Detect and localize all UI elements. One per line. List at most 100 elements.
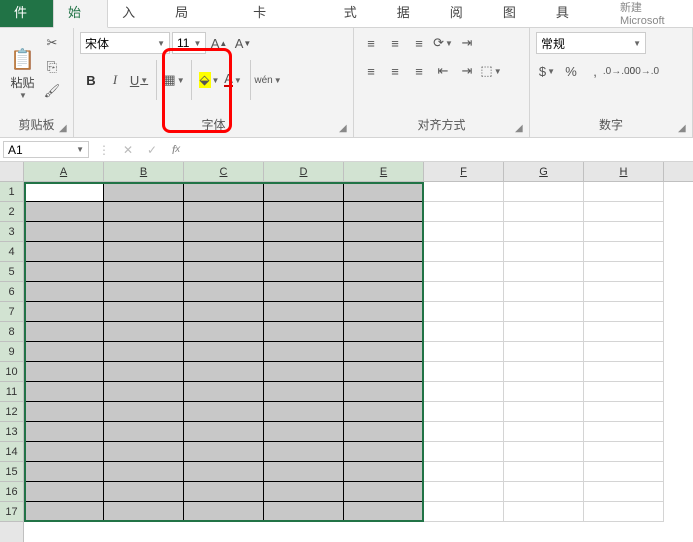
cell-C10[interactable] bbox=[184, 362, 264, 382]
tab-page-layout[interactable]: 页面布局 bbox=[161, 0, 239, 27]
cell-C15[interactable] bbox=[184, 462, 264, 482]
cell-B14[interactable] bbox=[104, 442, 184, 462]
font-color-button[interactable]: A▼ bbox=[222, 69, 244, 91]
cell-H2[interactable] bbox=[584, 202, 664, 222]
cell-B4[interactable] bbox=[104, 242, 184, 262]
cell-F8[interactable] bbox=[424, 322, 504, 342]
cell-D12[interactable] bbox=[264, 402, 344, 422]
cell-B11[interactable] bbox=[104, 382, 184, 402]
font-name-select[interactable]: 宋体 ▼ bbox=[80, 32, 170, 54]
tab-new-tab[interactable]: 新建选项卡 bbox=[239, 0, 330, 27]
alignment-launcher[interactable]: ◢ bbox=[515, 123, 527, 135]
cell-B9[interactable] bbox=[104, 342, 184, 362]
cell-B1[interactable] bbox=[104, 182, 184, 202]
formula-input[interactable] bbox=[188, 138, 693, 161]
cell-E3[interactable] bbox=[344, 222, 424, 242]
cell-G5[interactable] bbox=[504, 262, 584, 282]
cell-H12[interactable] bbox=[584, 402, 664, 422]
cell-H6[interactable] bbox=[584, 282, 664, 302]
cell-E4[interactable] bbox=[344, 242, 424, 262]
cell-C1[interactable] bbox=[184, 182, 264, 202]
cell-A16[interactable] bbox=[24, 482, 104, 502]
cell-A3[interactable] bbox=[24, 222, 104, 242]
underline-button[interactable]: U▼ bbox=[128, 69, 150, 91]
cell-A15[interactable] bbox=[24, 462, 104, 482]
cell-E9[interactable] bbox=[344, 342, 424, 362]
cell-F13[interactable] bbox=[424, 422, 504, 442]
cell-E5[interactable] bbox=[344, 262, 424, 282]
cell-B5[interactable] bbox=[104, 262, 184, 282]
cell-B17[interactable] bbox=[104, 502, 184, 522]
cell-F12[interactable] bbox=[424, 402, 504, 422]
cell-A5[interactable] bbox=[24, 262, 104, 282]
tab-review[interactable]: 审阅 bbox=[436, 0, 489, 27]
cell-C17[interactable] bbox=[184, 502, 264, 522]
cell-F3[interactable] bbox=[424, 222, 504, 242]
increase-font-button[interactable]: A▲ bbox=[208, 32, 230, 54]
fill-color-button[interactable]: ⬙▼ bbox=[198, 69, 220, 91]
cell-E15[interactable] bbox=[344, 462, 424, 482]
cell-D6[interactable] bbox=[264, 282, 344, 302]
cell-A6[interactable] bbox=[24, 282, 104, 302]
cell-B10[interactable] bbox=[104, 362, 184, 382]
cell-G9[interactable] bbox=[504, 342, 584, 362]
accounting-format-button[interactable]: $▼ bbox=[536, 60, 558, 82]
row-header-4[interactable]: 4 bbox=[0, 242, 23, 262]
cell-C13[interactable] bbox=[184, 422, 264, 442]
cell-D7[interactable] bbox=[264, 302, 344, 322]
cell-F15[interactable] bbox=[424, 462, 504, 482]
cell-G2[interactable] bbox=[504, 202, 584, 222]
cell-D4[interactable] bbox=[264, 242, 344, 262]
cell-D10[interactable] bbox=[264, 362, 344, 382]
cell-A17[interactable] bbox=[24, 502, 104, 522]
cell-G16[interactable] bbox=[504, 482, 584, 502]
cell-G4[interactable] bbox=[504, 242, 584, 262]
row-header-7[interactable]: 7 bbox=[0, 302, 23, 322]
italic-button[interactable]: I bbox=[104, 69, 126, 91]
cell-E11[interactable] bbox=[344, 382, 424, 402]
cell-G6[interactable] bbox=[504, 282, 584, 302]
cell-C9[interactable] bbox=[184, 342, 264, 362]
cell-E17[interactable] bbox=[344, 502, 424, 522]
cell-A11[interactable] bbox=[24, 382, 104, 402]
cell-D14[interactable] bbox=[264, 442, 344, 462]
fx-button[interactable]: fx bbox=[164, 138, 188, 161]
number-format-select[interactable]: 常规 ▼ bbox=[536, 32, 646, 54]
cell-A7[interactable] bbox=[24, 302, 104, 322]
bold-button[interactable]: B bbox=[80, 69, 102, 91]
cell-F17[interactable] bbox=[424, 502, 504, 522]
cell-C12[interactable] bbox=[184, 402, 264, 422]
cell-H15[interactable] bbox=[584, 462, 664, 482]
cell-H16[interactable] bbox=[584, 482, 664, 502]
cell-D11[interactable] bbox=[264, 382, 344, 402]
format-painter-button[interactable]: 🖌 bbox=[41, 80, 63, 102]
decrease-indent-button[interactable]: ⇤ bbox=[432, 60, 454, 82]
cell-F4[interactable] bbox=[424, 242, 504, 262]
orientation-button[interactable]: ⟳▼ bbox=[432, 32, 454, 54]
row-header-8[interactable]: 8 bbox=[0, 322, 23, 342]
clipboard-launcher[interactable]: ◢ bbox=[59, 123, 71, 135]
cell-C4[interactable] bbox=[184, 242, 264, 262]
cell-C16[interactable] bbox=[184, 482, 264, 502]
font-size-select[interactable]: 11 ▼ bbox=[172, 32, 206, 54]
cell-F16[interactable] bbox=[424, 482, 504, 502]
decrease-decimal-button[interactable]: .00→.0 bbox=[632, 60, 654, 82]
cell-E6[interactable] bbox=[344, 282, 424, 302]
cell-G12[interactable] bbox=[504, 402, 584, 422]
cell-A9[interactable] bbox=[24, 342, 104, 362]
cell-C6[interactable] bbox=[184, 282, 264, 302]
tab-file[interactable]: 文件 bbox=[0, 0, 53, 27]
decrease-font-button[interactable]: A▼ bbox=[232, 32, 254, 54]
cell-F9[interactable] bbox=[424, 342, 504, 362]
cell-C3[interactable] bbox=[184, 222, 264, 242]
column-header-A[interactable]: A bbox=[24, 162, 104, 181]
cell-E12[interactable] bbox=[344, 402, 424, 422]
cell-D5[interactable] bbox=[264, 262, 344, 282]
cell-B12[interactable] bbox=[104, 402, 184, 422]
cell-H13[interactable] bbox=[584, 422, 664, 442]
cell-C8[interactable] bbox=[184, 322, 264, 342]
row-header-16[interactable]: 16 bbox=[0, 482, 23, 502]
cell-G10[interactable] bbox=[504, 362, 584, 382]
cell-H11[interactable] bbox=[584, 382, 664, 402]
cell-D8[interactable] bbox=[264, 322, 344, 342]
